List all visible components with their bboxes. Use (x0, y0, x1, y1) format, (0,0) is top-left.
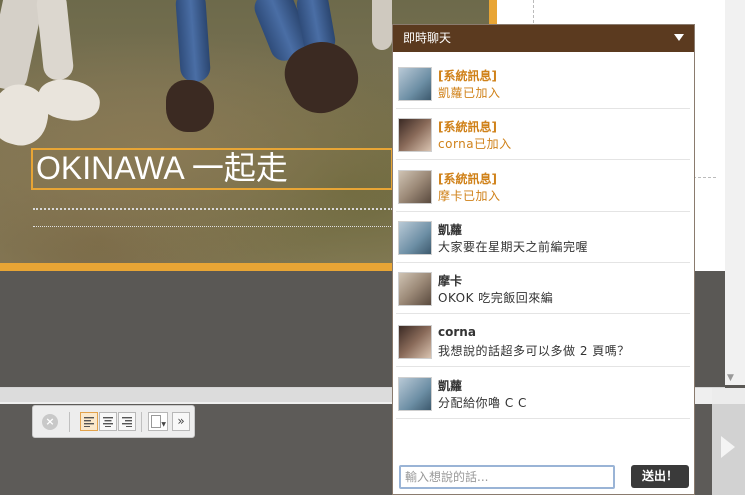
chat-message: 凱蘿 大家要在星期天之前編完喔 (396, 212, 690, 263)
chat-message: [系統訊息] 凱蘿已加入 (396, 58, 690, 109)
photo-leg-light (372, 0, 392, 50)
horizontal-scroll-thumb[interactable] (0, 388, 395, 402)
avatar (398, 170, 432, 204)
title-text[interactable]: OKINAWA 一起走 (36, 148, 288, 188)
message-sender: [系統訊息] (438, 120, 497, 134)
message-sender: corna (438, 325, 476, 339)
chat-message: 摩卡 OKOK 吃完飯回來編 (396, 263, 690, 314)
chat-panel: 即時聊天 [系統訊息] 凱蘿已加入 [系統訊息] corna已加入 [系統訊息]… (392, 24, 695, 495)
chat-message: 凱蘿 分配給你嚕 C C (396, 368, 690, 419)
format-toolbar: × ▼ » (32, 405, 195, 438)
photo-leg (174, 0, 212, 83)
chat-header[interactable]: 即時聊天 (393, 25, 694, 52)
chevron-down-icon: ▼ (161, 421, 166, 428)
message-sender: 摩卡 (438, 274, 463, 288)
message-text: 我想說的話超多可以多做 2 頁嗎？ (438, 344, 630, 358)
next-page-arrow-icon[interactable] (721, 436, 735, 458)
collapse-icon[interactable] (674, 34, 684, 41)
photo-leg-light (35, 0, 75, 82)
scroll-down-icon[interactable]: ▼ (727, 373, 734, 383)
toolbar-divider (69, 412, 70, 432)
chat-message: [系統訊息] 摩卡已加入 (396, 161, 690, 212)
chat-message: [系統訊息] corna已加入 (396, 109, 690, 160)
more-options-button[interactable]: » (172, 412, 190, 431)
align-right-button[interactable] (118, 412, 136, 431)
message-text: 凱蘿已加入 (438, 86, 501, 100)
chat-message-list[interactable]: [系統訊息] 凱蘿已加入 [系統訊息] corna已加入 [系統訊息] 摩卡已加… (393, 52, 694, 422)
message-sender: [系統訊息] (438, 172, 497, 186)
text-guide-line (33, 226, 393, 227)
avatar (398, 377, 432, 411)
send-button[interactable]: 送出！ (631, 465, 689, 488)
message-text: corna已加入 (438, 137, 512, 151)
photo-shoe (166, 80, 214, 132)
align-center-button[interactable] (99, 412, 117, 431)
message-text: 摩卡已加入 (438, 189, 501, 203)
align-left-icon (84, 417, 94, 427)
message-sender: 凱蘿 (438, 379, 463, 393)
message-text: 分配給你嚕 C C (438, 396, 527, 410)
avatar (398, 118, 432, 152)
text-color-dropdown[interactable]: ▼ (148, 412, 168, 431)
color-swatch (151, 415, 161, 428)
message-sender: 凱蘿 (438, 223, 463, 237)
avatar (398, 325, 432, 359)
message-text: 大家要在星期天之前編完喔 (438, 240, 589, 254)
chat-message-input[interactable] (399, 465, 615, 489)
align-left-button[interactable] (80, 412, 98, 431)
avatar (398, 272, 432, 306)
message-sender: [系統訊息] (438, 69, 497, 83)
toolbar-divider (141, 412, 142, 432)
chat-message: corna 我想說的話超多可以多做 2 頁嗎？ (396, 316, 690, 367)
close-icon[interactable]: × (42, 414, 58, 430)
corner-box (712, 388, 745, 404)
align-center-icon (103, 417, 113, 427)
avatar (398, 67, 432, 101)
text-guide-line (33, 208, 393, 210)
align-right-icon (122, 417, 132, 427)
message-text: OKOK 吃完飯回來編 (438, 291, 554, 305)
vertical-scrollbar[interactable] (725, 0, 745, 385)
avatar (398, 221, 432, 255)
chat-title: 即時聊天 (403, 31, 452, 45)
